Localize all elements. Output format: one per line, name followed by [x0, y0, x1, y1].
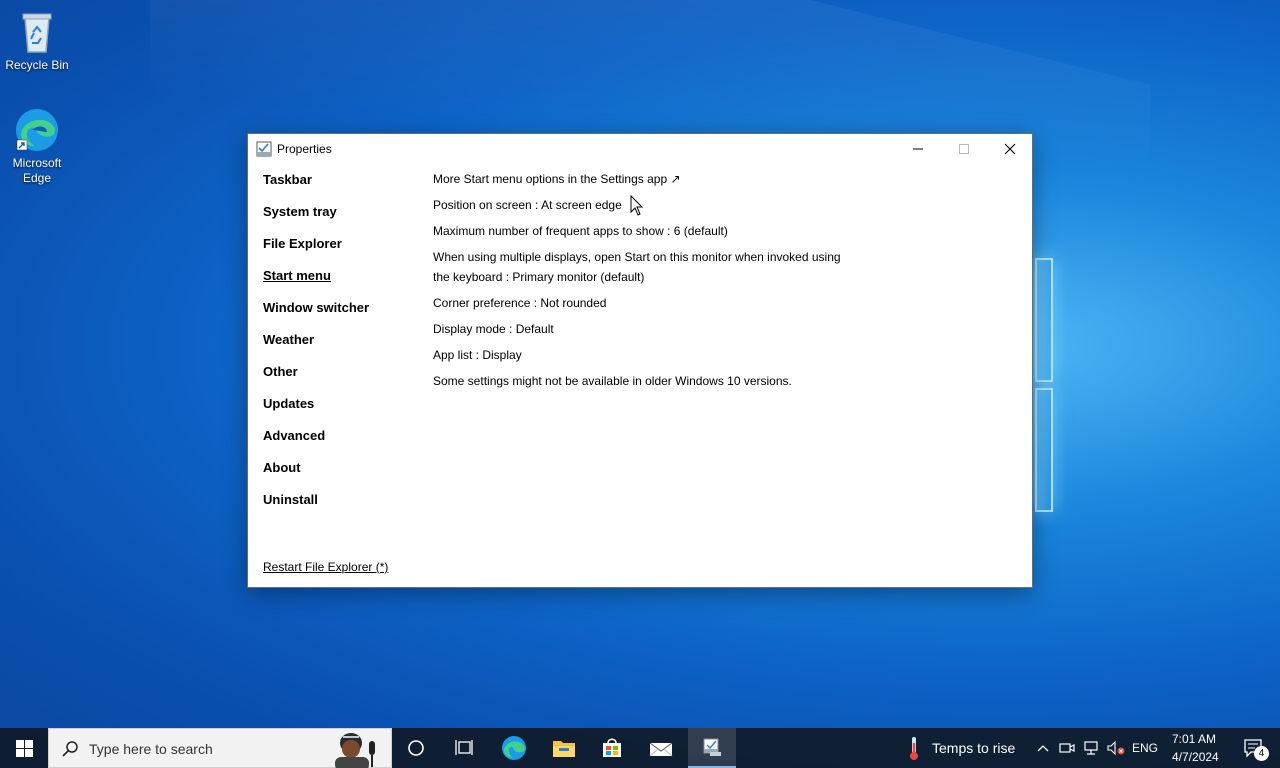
search-highlight-illustration: [321, 729, 391, 768]
search-box[interactable]: Type here to search: [48, 728, 392, 768]
weather-text: Temps to rise: [932, 740, 1016, 756]
nav-item-about[interactable]: About: [263, 460, 369, 492]
cortana-icon: [408, 740, 424, 756]
camera-icon: [1059, 743, 1075, 753]
sidebar-nav: Taskbar System tray File Explorer Start …: [263, 172, 369, 524]
desktop-icon-label: Microsoft Edge: [12, 156, 62, 185]
nav-item-updates[interactable]: Updates: [263, 396, 369, 428]
edge-icon: [13, 106, 61, 154]
properties-app-icon: [703, 738, 721, 756]
desktop-icon-recycle-bin[interactable]: Recycle Bin: [0, 8, 74, 73]
option-app-list[interactable]: App list : Display: [433, 345, 853, 365]
app-icon: [256, 141, 272, 157]
nav-item-advanced[interactable]: Advanced: [263, 428, 369, 460]
mouse-cursor-icon: [630, 194, 644, 217]
taskbar-file-explorer-button[interactable]: [540, 728, 588, 768]
option-multiple-displays[interactable]: When using multiple displays, open Start…: [433, 247, 853, 287]
nav-item-taskbar[interactable]: Taskbar: [263, 172, 369, 204]
window-title: Properties: [277, 142, 332, 156]
show-hidden-icons-button[interactable]: [1032, 728, 1054, 768]
windows-start-icon: [15, 739, 33, 757]
nav-item-window-switcher[interactable]: Window switcher: [263, 300, 369, 332]
mail-icon: [649, 742, 673, 757]
desktop-icon-edge[interactable]: Microsoft Edge: [0, 106, 74, 186]
compatibility-note: Some settings might not be available in …: [433, 374, 792, 388]
nav-item-uninstall[interactable]: Uninstall: [263, 492, 369, 524]
nav-item-other[interactable]: Other: [263, 364, 369, 396]
volume-muted-icon: [1107, 741, 1125, 755]
edge-icon: [502, 736, 526, 760]
desktop-icon-label: Recycle Bin: [5, 58, 69, 72]
option-corner-preference[interactable]: Corner preference : Not rounded: [433, 293, 853, 313]
chevron-up-icon: [1037, 745, 1049, 752]
clock-date[interactable]: 4/7/2024: [1172, 750, 1219, 764]
taskbar-store-button[interactable]: [588, 728, 636, 768]
network-icon: [1084, 741, 1098, 755]
nav-item-file-explorer[interactable]: File Explorer: [263, 236, 369, 268]
language-indicator[interactable]: ENG: [1132, 741, 1158, 755]
store-icon: [603, 738, 621, 757]
network-button[interactable]: [1080, 728, 1102, 768]
close-button[interactable]: [987, 134, 1033, 164]
weather-widget[interactable]: Temps to rise: [900, 728, 1030, 768]
search-placeholder: Type here to search: [89, 741, 213, 757]
settings-app-link[interactable]: More Start menu options in the Settings …: [433, 169, 853, 189]
minimize-button[interactable]: [895, 134, 941, 164]
thermometer-icon: [910, 737, 918, 760]
task-view-icon: [455, 740, 473, 755]
restart-file-explorer-link[interactable]: Restart File Explorer (*): [263, 560, 388, 574]
taskbar-edge-button[interactable]: [490, 728, 538, 768]
meet-now-button[interactable]: [1056, 728, 1078, 768]
nav-item-start-menu[interactable]: Start menu: [263, 268, 369, 300]
volume-button[interactable]: [1104, 728, 1128, 768]
cortana-button[interactable]: [392, 728, 440, 768]
start-button[interactable]: [0, 728, 48, 768]
clock-time[interactable]: 7:01 AM: [1172, 732, 1216, 746]
nav-item-weather[interactable]: Weather: [263, 332, 369, 364]
search-icon: [61, 740, 79, 763]
wallpaper-windows-logo: [1035, 258, 1053, 512]
option-display-mode[interactable]: Display mode : Default: [433, 319, 853, 339]
task-view-button[interactable]: [440, 728, 488, 768]
action-center-button[interactable]: 4: [1234, 728, 1274, 768]
folder-icon: [553, 741, 575, 757]
option-frequent-apps[interactable]: Maximum number of frequent apps to show …: [433, 221, 853, 241]
taskbar-mail-button[interactable]: [636, 728, 686, 768]
notification-badge: 4: [1254, 746, 1269, 761]
recycle-bin-icon: [13, 8, 61, 56]
maximize-button[interactable]: [941, 134, 987, 164]
taskbar-properties-button[interactable]: [688, 728, 736, 768]
title-bar[interactable]: Properties: [248, 134, 1032, 164]
taskbar: Type here to search Temps to rise ENG 7:…: [0, 728, 1280, 768]
nav-item-system-tray[interactable]: System tray: [263, 204, 369, 236]
